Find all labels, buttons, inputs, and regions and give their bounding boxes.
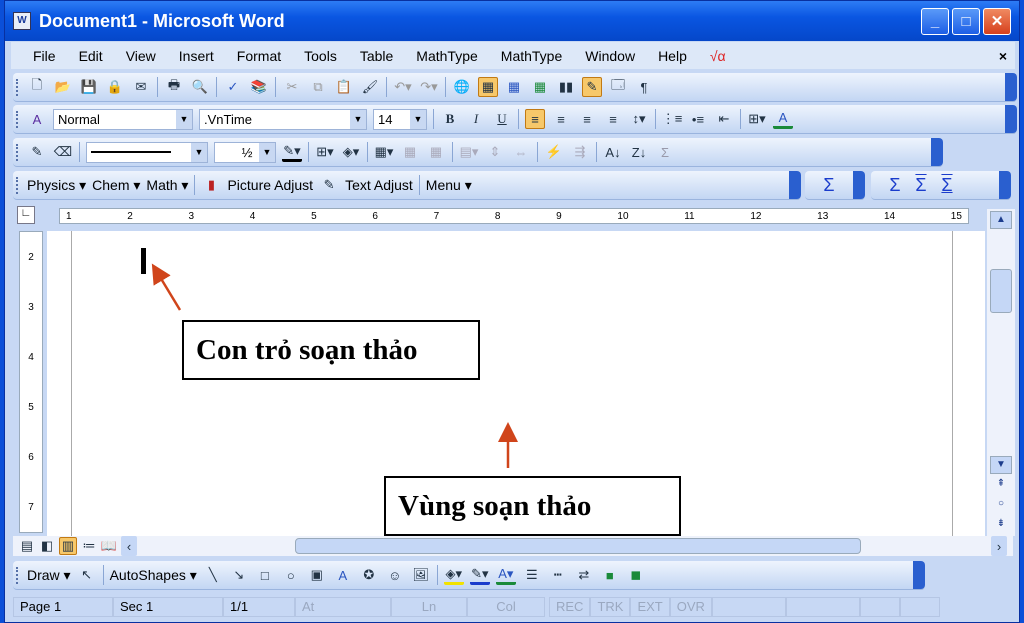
cursor-callout: Con trỏ soạn thảo — [182, 320, 480, 380]
arrow-to-cursor — [151, 263, 182, 311]
editing-area-callout: Vùng soạn thảo — [384, 476, 681, 536]
